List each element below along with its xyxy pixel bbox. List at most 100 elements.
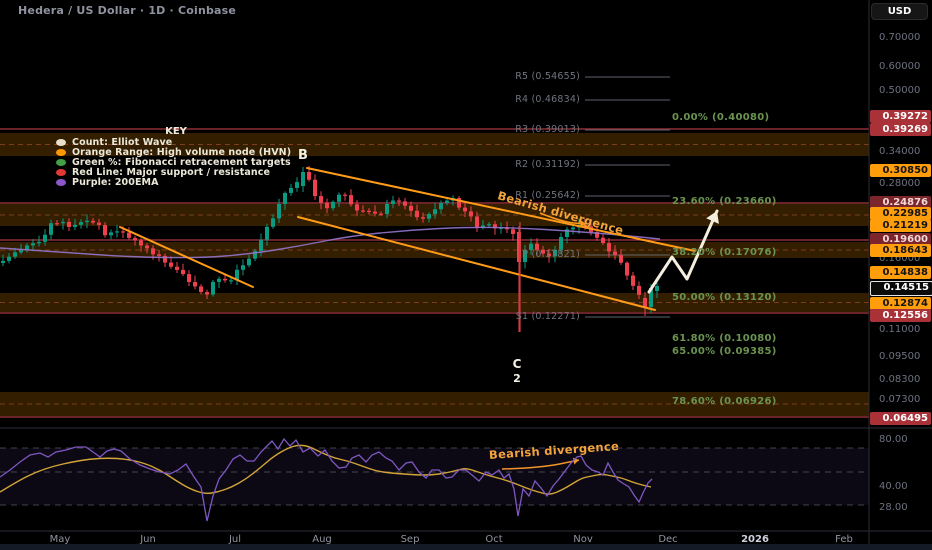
key-color-dot-icon [56, 149, 66, 156]
candle-body [211, 282, 215, 295]
pivot-label: S1 (0.12271) [300, 311, 580, 322]
candle-body [229, 280, 233, 281]
price-axis-tick: 0.70000 [879, 32, 920, 43]
candle-body [403, 201, 407, 205]
candle-body [85, 221, 89, 222]
elliott-wave-label[interactable]: C [513, 357, 522, 371]
price-level-label: 0.06495 [870, 412, 931, 425]
candle-body [199, 286, 203, 292]
price-axis-tick: 0.09500 [879, 351, 920, 362]
price-axis-tick: 0.11000 [879, 324, 920, 335]
candle-body [637, 286, 641, 295]
time-axis-label: 2026 [733, 534, 777, 545]
candle-body [277, 204, 281, 218]
rsi-axis-tick: 40.00 [879, 481, 908, 492]
candle-body [241, 265, 245, 270]
candle-body [205, 292, 209, 294]
candle-body [157, 254, 161, 256]
candle-body [289, 188, 293, 193]
time-axis-label: Sep [388, 534, 432, 545]
time-axis-label: Aug [300, 534, 344, 545]
candle-body [487, 224, 491, 225]
candle-body [571, 227, 575, 229]
candle-body [91, 221, 95, 223]
time-axis-label: Dec [646, 534, 690, 545]
price-level-label: 0.12556 [870, 309, 931, 322]
price-level-label: 0.21219 [870, 219, 931, 232]
rsi-axis-tick: 80.00 [879, 434, 908, 445]
price-level-label: 0.12874 [870, 297, 931, 310]
candle-body [19, 250, 23, 252]
candle-body [511, 229, 515, 234]
price-axis-tick: 0.07300 [879, 394, 920, 405]
time-axis-label: May [38, 534, 82, 545]
key-color-dot-icon [56, 169, 66, 176]
candle-body [7, 257, 11, 261]
time-axis-label: Feb [822, 534, 866, 545]
candle-body [61, 222, 65, 223]
candle-body [355, 204, 359, 210]
candle-body [601, 238, 605, 243]
pivot-label: R3 (0.39013) [300, 124, 580, 135]
pivot-label: P (0.17821) [300, 249, 580, 260]
candle-body [169, 263, 173, 267]
candle-body [187, 274, 191, 282]
time-axis-label: Jul [213, 534, 257, 545]
candle-body [265, 227, 269, 240]
candle-body [439, 203, 443, 209]
elliott-wave-label[interactable]: 2 [513, 372, 521, 385]
candle-body [193, 282, 197, 286]
candle-body [331, 202, 335, 208]
elliott-wave-label[interactable]: B [298, 148, 308, 163]
candle-body [121, 231, 125, 232]
candle-body [217, 279, 221, 282]
rsi-pane [0, 439, 869, 521]
candle-body [97, 223, 101, 225]
candle-body [427, 214, 431, 219]
candle-body [175, 267, 179, 270]
candle-body [283, 193, 287, 204]
symbol-title[interactable]: Hedera / US Dollar · 1D · Coinbase [18, 4, 236, 17]
candle-body [559, 237, 563, 250]
currency-toggle-button[interactable]: USD [871, 3, 928, 20]
candle-body [625, 263, 629, 276]
candle-body [79, 222, 83, 225]
candle-body [13, 252, 17, 256]
fib-level-label: 38.20% (0.17076) [672, 247, 777, 258]
price-chart-canvas[interactable] [0, 0, 932, 550]
fib-level-label: 50.00% (0.13120) [672, 292, 777, 303]
candle-body [223, 279, 227, 281]
pivot-label: R4 (0.46834) [300, 94, 580, 105]
candle-body [115, 231, 119, 232]
pivot-label: R2 (0.31192) [300, 159, 580, 170]
price-axis-tick: 0.60000 [879, 61, 920, 72]
key-color-dot-icon [56, 179, 66, 186]
candle-body [31, 243, 35, 245]
price-axis-tick: 0.08300 [879, 374, 920, 385]
candle-body [145, 246, 149, 249]
candle-body [415, 211, 419, 217]
candle-body [127, 233, 131, 238]
price-level-label: 0.22985 [870, 207, 931, 220]
candle-body [643, 298, 647, 307]
candle-body [631, 276, 635, 286]
candle-body [463, 208, 467, 212]
candle-body [469, 211, 473, 216]
fib-level-label: 78.60% (0.06926) [672, 396, 777, 407]
fib-level-label: 0.00% (0.40080) [672, 112, 769, 123]
candle-body [151, 248, 155, 254]
price-axis-tick: 0.50000 [879, 85, 920, 96]
candle-body [325, 203, 329, 208]
candle-body [133, 238, 137, 241]
time-axis-label: Nov [561, 534, 605, 545]
candle-body [367, 211, 371, 212]
candle-body [655, 286, 659, 291]
price-axis-tick: 0.34000 [879, 146, 920, 157]
candle-body [1, 261, 5, 263]
candle-body [43, 235, 47, 242]
price-level-label: 0.39272 [870, 110, 931, 123]
price-level-label: 0.18643 [870, 244, 931, 257]
price-axis-tick: 0.28000 [879, 178, 920, 189]
candle-body [361, 210, 365, 211]
tradingview-chart-app: Hedera / US Dollar · 1D · Coinbase USD K… [0, 0, 932, 550]
